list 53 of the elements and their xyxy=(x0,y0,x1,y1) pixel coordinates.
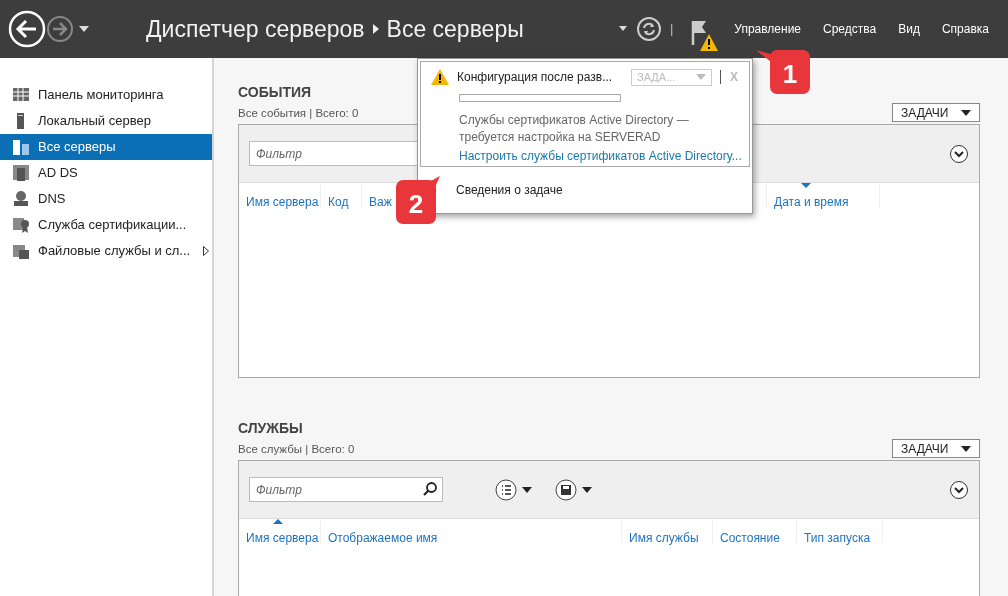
save-query-button[interactable] xyxy=(555,478,593,501)
sidebar-item[interactable]: Локальный сервер xyxy=(0,108,212,134)
section-title: СОБЫТИЯ xyxy=(238,83,312,102)
column-header[interactable]: Отображаемое имя xyxy=(321,519,622,543)
section-subtitle: Все события | Всего: 0 xyxy=(238,105,359,121)
sidebar-item[interactable]: Панель мониторинга xyxy=(0,82,212,108)
search-icon xyxy=(423,482,437,496)
configure-link[interactable]: Настроить службы сертификатов Active Directory... xyxy=(459,149,742,163)
caret-icon[interactable] xyxy=(617,26,628,32)
column-header[interactable]: Имя службы xyxy=(622,519,713,543)
task-details-link[interactable]: Сведения о задаче xyxy=(456,181,752,199)
column-header[interactable]: Имя сервера xyxy=(239,183,321,207)
expand-button[interactable] xyxy=(949,479,969,500)
separator-text: | xyxy=(669,20,674,39)
menu-item[interactable]: Управление xyxy=(723,20,813,38)
column-header[interactable]: Имя сервера xyxy=(239,519,321,543)
breadcrumb-arrow-icon xyxy=(372,24,379,34)
expand-button[interactable] xyxy=(949,143,969,164)
caret-icon xyxy=(961,445,971,452)
tasks-button[interactable]: ЗАДАЧИ xyxy=(892,439,980,458)
grid-icon xyxy=(13,87,29,103)
notification-message: Службы сертификатов Active Directory — требуется настройка на SERVERAD xyxy=(459,112,690,146)
servers-icon xyxy=(13,139,29,155)
breadcrumb[interactable]: Диспетчер серверов xyxy=(146,11,365,47)
certificate-icon xyxy=(13,217,29,233)
caret-icon xyxy=(961,109,971,116)
caret-icon xyxy=(696,74,706,80)
caret-icon[interactable] xyxy=(78,25,90,33)
column-header[interactable]: Тип запуска xyxy=(797,519,883,543)
column-header[interactable]: Код xyxy=(321,183,362,207)
sidebar-item[interactable]: Все серверы xyxy=(0,134,212,160)
refresh-button[interactable] xyxy=(635,16,662,42)
tasks-button[interactable]: ЗАДАЧИ xyxy=(892,103,980,122)
section-title: СЛУЖБЫ xyxy=(238,419,303,438)
column-header[interactable]: Состояние xyxy=(713,519,797,543)
menu-item[interactable]: Вид xyxy=(887,20,931,38)
sort-arrow-icon[interactable] xyxy=(801,183,811,188)
sort-arrow-icon[interactable] xyxy=(273,519,283,524)
section-subtitle: Все службы | Всего: 0 xyxy=(238,441,355,457)
filter-field[interactable]: Фильтр xyxy=(249,477,443,502)
sidebar-item[interactable]: DNS xyxy=(0,186,212,212)
sidebar-item[interactable]: Файловые службы и сл... xyxy=(0,238,212,264)
warning-icon xyxy=(431,69,449,85)
folder-icon xyxy=(13,243,29,259)
notification-title: Конфигурация после разв... xyxy=(457,69,614,86)
sidebar-item[interactable]: AD DS xyxy=(0,160,212,186)
menu-item[interactable]: Справка xyxy=(930,20,1000,38)
breadcrumb[interactable]: Все серверы xyxy=(386,11,524,47)
list-view-button[interactable] xyxy=(495,478,533,501)
back-button[interactable] xyxy=(8,10,46,48)
sidebar-item[interactable]: Служба сертификации... xyxy=(0,212,212,238)
menu-item[interactable]: Средства xyxy=(812,20,888,38)
column-header[interactable]: Дата и время xyxy=(767,183,880,207)
